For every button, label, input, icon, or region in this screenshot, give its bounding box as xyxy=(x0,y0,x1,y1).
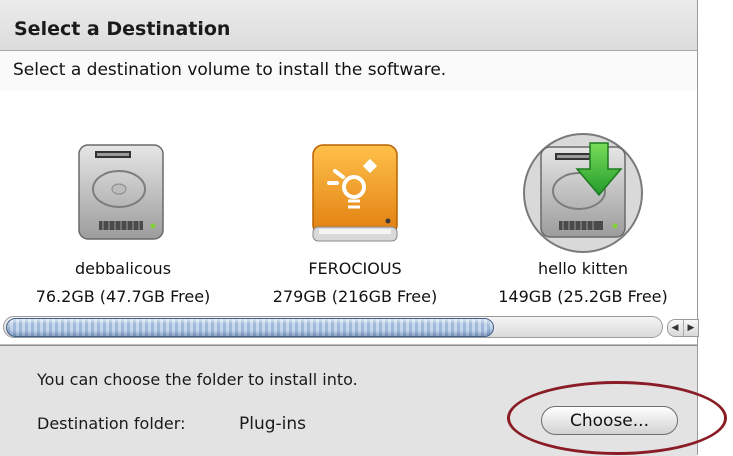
horizontal-scrollbar[interactable]: ◀ ▶ xyxy=(0,310,699,345)
destination-folder-panel: You can choose the folder to install int… xyxy=(0,345,697,456)
volume-size: 76.2GB (47.7GB Free) xyxy=(35,287,211,306)
volume-item-hello-kitten[interactable]: hello kitten 149GB (25.2GB Free) xyxy=(463,91,703,310)
volume-name: FEROCIOUS xyxy=(308,259,402,278)
selected-hard-drive-icon xyxy=(540,142,626,238)
folder-hint: You can choose the folder to install int… xyxy=(37,370,358,389)
instruction-bar: Select a destination volume to install t… xyxy=(0,50,697,92)
scroll-left-arrow-icon[interactable]: ◀ xyxy=(668,320,682,336)
volume-size: 279GB (216GB Free) xyxy=(272,287,438,306)
destination-folder-label: Destination folder: xyxy=(37,414,186,433)
scroll-arrows: ◀ ▶ xyxy=(667,319,699,337)
firewire-drive-icon xyxy=(312,144,398,242)
internal-hard-drive-icon xyxy=(78,144,164,240)
destination-folder-value: Plug-ins xyxy=(239,414,307,434)
page-title: Select a Destination xyxy=(14,18,231,40)
volume-list: debbalicous 76.2GB (47.7GB Free) FEROCIO… xyxy=(0,91,697,310)
scroll-right-arrow-icon[interactable]: ▶ xyxy=(683,320,698,336)
volume-item-debbalicous[interactable]: debbalicous 76.2GB (47.7GB Free) xyxy=(3,91,243,310)
choose-button[interactable]: Choose... xyxy=(541,406,678,435)
volume-size: 149GB (25.2GB Free) xyxy=(498,287,668,306)
installer-window: Select a Destination Select a destinatio… xyxy=(0,0,699,456)
instruction-text: Select a destination volume to install t… xyxy=(13,60,447,80)
scroll-thumb[interactable] xyxy=(6,318,494,337)
volume-item-ferocious[interactable]: FEROCIOUS 279GB (216GB Free) xyxy=(235,91,475,310)
pane-header: Select a Destination xyxy=(0,0,697,50)
volume-name: debbalicous xyxy=(74,259,172,278)
volume-name: hello kitten xyxy=(538,259,628,278)
